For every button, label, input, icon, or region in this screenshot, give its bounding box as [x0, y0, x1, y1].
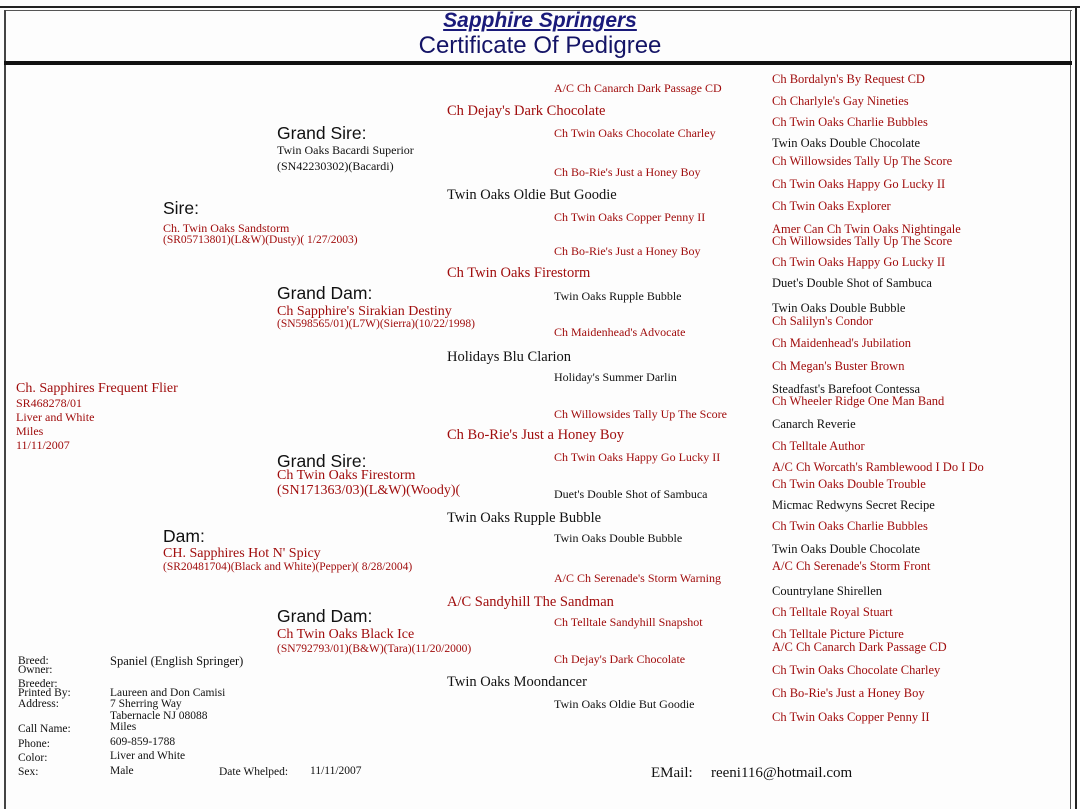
ancestor-name: A/C Ch Serenade's Storm Front — [772, 559, 931, 573]
ancestor-name: Ch Bo-Rie's Just a Honey Boy — [772, 686, 925, 700]
grandparent-name: Ch Twin Oaks Black Ice — [277, 627, 415, 642]
ancestor-name: Ch Twin Oaks Copper Penny II — [554, 210, 706, 224]
phone-label: Phone: — [18, 738, 50, 750]
ancestor-name: Twin Oaks Moondancer — [447, 674, 587, 690]
ancestor-name: A/C Ch Serenade's Storm Warning — [554, 571, 721, 585]
grandparent-details: (SN792793/01)(B&W)(Tara)(11/20/2000) — [277, 643, 472, 655]
header-divider — [4, 61, 1072, 65]
owner-label: Owner: — [18, 664, 53, 676]
ancestor-name: Twin Oaks Oldie But Goodie — [447, 187, 617, 203]
sire-name: Ch. Twin Oaks Sandstorm — [163, 221, 290, 235]
ancestor-name: Canarch Reverie — [772, 417, 856, 431]
sire-label: Sire: — [163, 198, 199, 218]
ancestor-name: Ch Twin Oaks Charlie Bubbles — [772, 519, 928, 533]
email-link[interactable]: reeni116@hotmail.com — [711, 766, 852, 781]
dog-call-name: Miles — [16, 424, 44, 438]
grandparent-details: (SN598565/01)(L7W)(Sierra)(10/22/1998) — [277, 318, 476, 330]
ancestor-name: A/C Ch Worcath's Ramblewood I Do I Do — [772, 460, 984, 474]
ancestor-name: Twin Oaks Rupple Bubble — [554, 289, 682, 303]
ancestor-name: Twin Oaks Oldie But Goodie — [554, 697, 695, 711]
ancestor-name: Ch Bo-Rie's Just a Honey Boy — [554, 165, 701, 179]
ancestor-name: Ch Twin Oaks Chocolate Charley — [772, 663, 941, 677]
ancestor-name: Ch Telltale Royal Stuart — [772, 605, 893, 619]
ancestor-name: Ch Bo-Rie's Just a Honey Boy — [447, 427, 625, 443]
call-name-label: Call Name: — [18, 723, 71, 735]
grandparent-details: (SN42230302)(Bacardi) — [277, 159, 394, 173]
ancestor-name: Ch Wheeler Ridge One Man Band — [772, 394, 945, 408]
dog-whelped: 11/11/2007 — [16, 438, 70, 452]
kennel-name: Sapphire Springers — [443, 9, 637, 32]
ancestor-name: Ch Bo-Rie's Just a Honey Boy — [554, 244, 701, 258]
ancestor-name: Ch Salilyn's Condor — [772, 314, 873, 328]
call-name-value: Miles — [110, 721, 137, 733]
ancestor-name: Ch Willowsides Tally Up The Score — [554, 407, 727, 421]
ancestor-name: A/C Ch Canarch Dark Passage CD — [772, 640, 947, 654]
ancestor-name: Ch Dejay's Dark Chocolate — [447, 103, 606, 119]
ancestor-name: Twin Oaks Double Bubble — [772, 301, 906, 315]
ancestor-name: Ch Twin Oaks Happy Go Lucky II — [772, 177, 946, 191]
ancestor-name: Ch Bordalyn's By Request CD — [772, 72, 925, 86]
ancestor-name: Ch Telltale Sandyhill Snapshot — [554, 615, 703, 629]
frame-border-left — [4, 10, 6, 809]
ancestor-name: Ch Maidenhead's Advocate — [554, 325, 686, 339]
phone-value: 609-859-1788 — [110, 736, 176, 748]
ancestor-name: Ch Telltale Picture Picture — [772, 627, 904, 641]
dog-registration: SR468278/01 — [16, 396, 83, 410]
email-label: EMail: — [651, 765, 693, 781]
ancestor-name: Twin Oaks Rupple Bubble — [447, 510, 602, 526]
ancestor-name: Duet's Double Shot of Sambuca — [554, 487, 708, 501]
dam-details: (SR20481704)(Black and White)(Pepper)( 8… — [163, 561, 413, 573]
sire-details: (SR05713801)(L&W)(Dusty)( 1/27/2003) — [163, 234, 358, 246]
sex-value: Male — [110, 765, 134, 777]
dam-name: CH. Sapphires Hot N' Spicy — [163, 546, 321, 561]
ancestor-name: Ch Twin Oaks Copper Penny II — [772, 710, 930, 724]
breed-value: Spaniel (English Springer) — [110, 654, 244, 668]
ancestor-name: Ch Willowsides Tally Up The Score — [772, 234, 953, 248]
ancestor-name: Ch Megan's Buster Brown — [772, 359, 905, 373]
grandparent-details: (SN171363/03)(L&W)(Woody)( — [277, 483, 461, 498]
ancestor-name: A/C Sandyhill The Sandman — [447, 594, 614, 610]
frame-border-right-inner — [1070, 10, 1071, 809]
certificate-title: Certificate Of Pedigree — [418, 32, 662, 59]
ancestor-name: Ch Twin Oaks Happy Go Lucky II — [772, 255, 946, 269]
grandparent-name: Ch Twin Oaks Firestorm — [277, 468, 416, 483]
ancestor-name: Twin Oaks Double Chocolate — [772, 542, 921, 556]
frame-border-right-outer — [1075, 6, 1077, 809]
ancestor-name: Ch Twin Oaks Double Trouble — [772, 477, 926, 491]
grandparent-label: Grand Dam: — [277, 606, 373, 626]
ancestor-name: Micmac Redwyns Secret Recipe — [772, 498, 935, 512]
ancestor-name: Ch Twin Oaks Chocolate Charley — [554, 126, 716, 140]
ancestor-name: Countrylane Shirellen — [772, 584, 883, 598]
frame-border-top — [0, 6, 1080, 8]
ancestor-name: A/C Ch Canarch Dark Passage CD — [554, 81, 722, 95]
ancestor-name: Ch Charlyle's Gay Nineties — [772, 94, 909, 108]
sex-label: Sex: — [18, 766, 39, 778]
ancestor-name: Ch Telltale Author — [772, 439, 865, 453]
whelped-label: Date Whelped: — [219, 766, 289, 778]
ancestor-name: Ch Willowsides Tally Up The Score — [772, 154, 953, 168]
address-line1: 7 Sherring Way — [110, 698, 182, 710]
grandparent-label: Grand Dam: — [277, 283, 373, 303]
whelped-value: 11/11/2007 — [310, 765, 362, 777]
ancestor-name: Ch Twin Oaks Explorer — [772, 199, 891, 213]
color-label: Color: — [18, 752, 48, 764]
ancestor-name: Duet's Double Shot of Sambuca — [772, 276, 932, 290]
ancestor-name: Twin Oaks Double Bubble — [554, 531, 683, 545]
ancestor-name: Ch Twin Oaks Happy Go Lucky II — [554, 450, 721, 464]
dam-label: Dam: — [163, 526, 205, 546]
dog-name: Ch. Sapphires Frequent Flier — [16, 381, 178, 396]
grandparent-name: Ch Sapphire's Sirakian Destiny — [277, 304, 452, 319]
ancestor-name: Ch Twin Oaks Firestorm — [447, 265, 591, 281]
grandparent-name: Twin Oaks Bacardi Superior — [277, 143, 414, 157]
color-value: Liver and White — [110, 750, 186, 762]
ancestor-name: Holidays Blu Clarion — [447, 349, 572, 365]
ancestor-name: Twin Oaks Double Chocolate — [772, 136, 921, 150]
ancestor-name: Ch Dejay's Dark Chocolate — [554, 652, 686, 666]
ancestor-name: Ch Maidenhead's Jubilation — [772, 336, 912, 350]
ancestor-name: Holiday's Summer Darlin — [554, 370, 677, 384]
ancestor-name: Ch Twin Oaks Charlie Bubbles — [772, 115, 928, 129]
grandparent-label: Grand Sire: — [277, 123, 367, 143]
address-label: Address: — [18, 698, 59, 710]
dog-color: Liver and White — [16, 410, 95, 424]
